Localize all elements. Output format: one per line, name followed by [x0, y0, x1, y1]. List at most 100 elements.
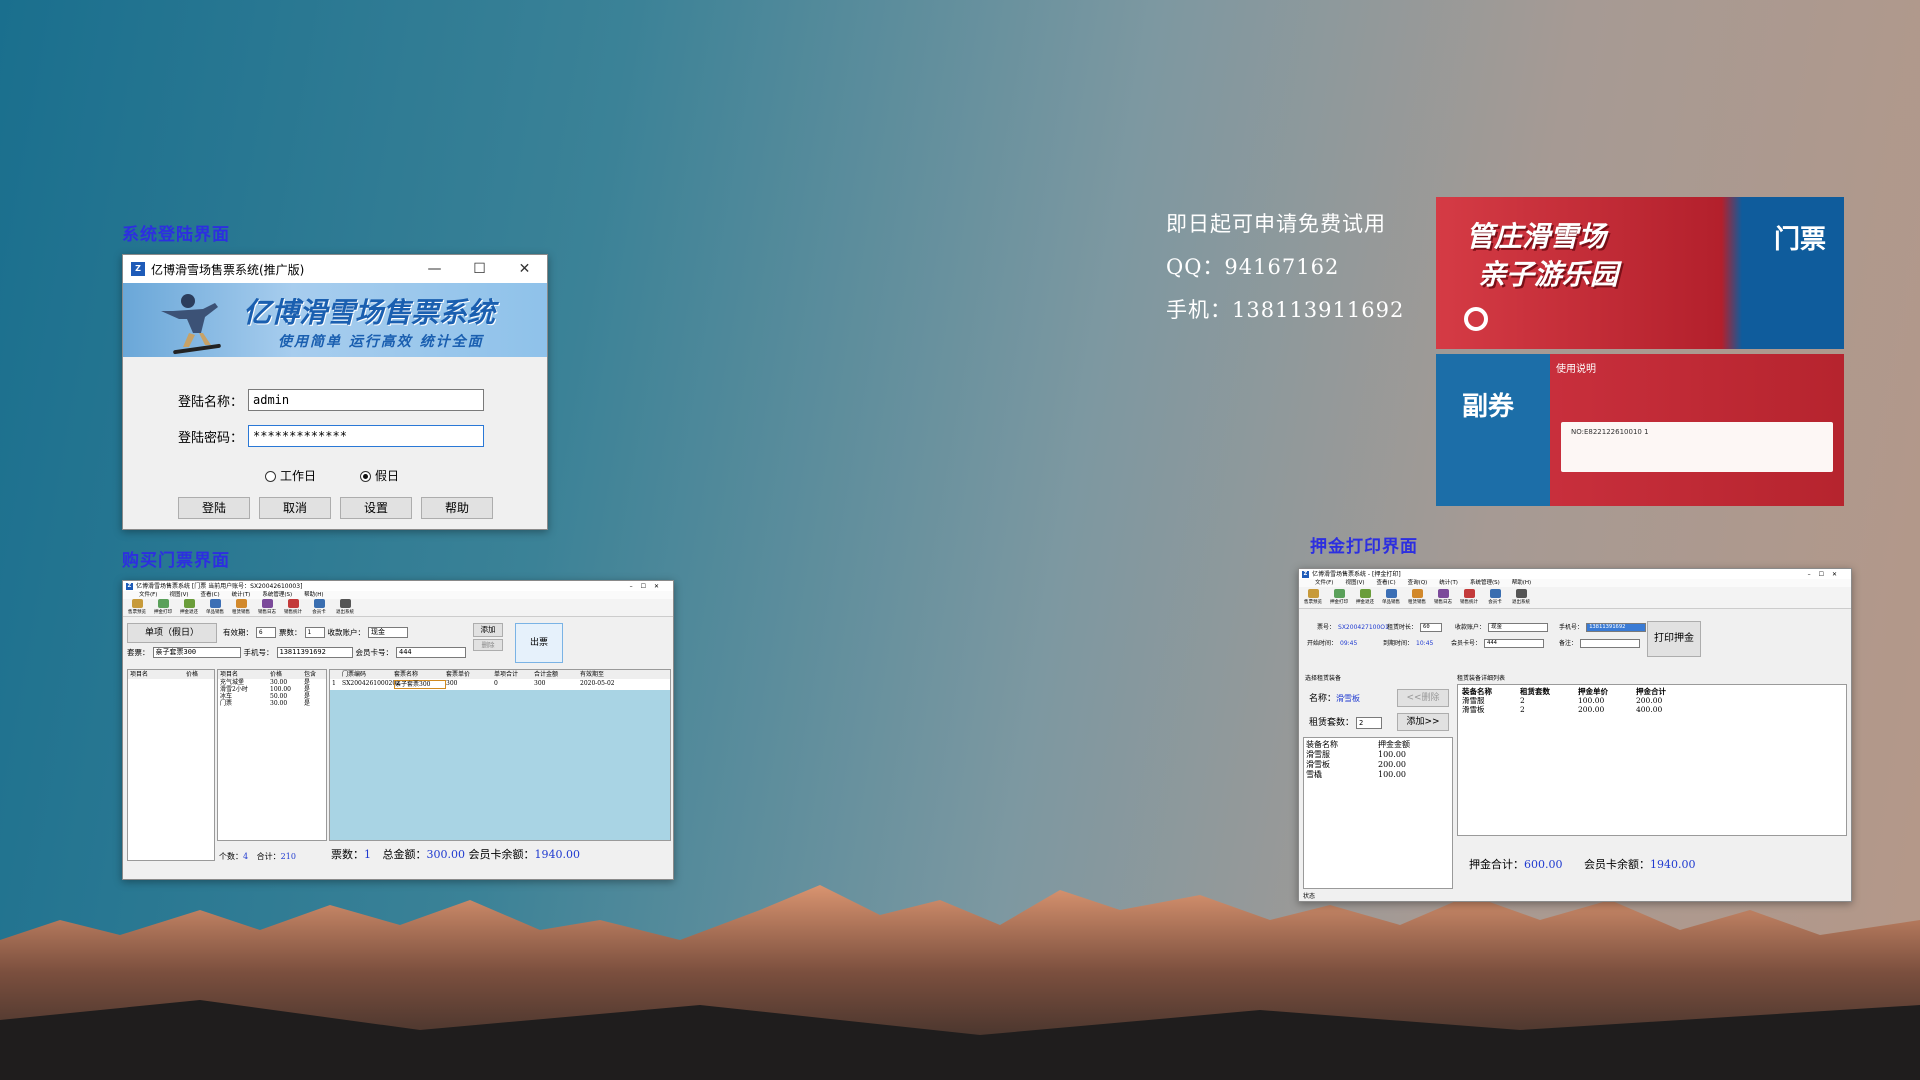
toolbar-button[interactable]: 单品销售 [1381, 589, 1401, 606]
settings-button[interactable]: 设置 [340, 497, 412, 519]
menu-item[interactable]: 视图(V) [1345, 580, 1364, 587]
duration-input[interactable]: 60 [1420, 623, 1443, 632]
col-header: 押金合计 [1636, 687, 1666, 696]
toolbar-button[interactable]: 会员卡 [1485, 589, 1505, 606]
card-input[interactable]: 444 [1484, 639, 1545, 648]
help-button[interactable]: 帮助 [421, 497, 493, 519]
password-input[interactable]: ************* [248, 425, 484, 447]
col-header: 装备名称 [1306, 740, 1338, 749]
ticket-mode-button[interactable]: 单项（假日） [127, 623, 217, 643]
list-item[interactable]: 冰车 50.00 是 [218, 693, 326, 700]
list-item[interactable]: 滑雪板 200.00 [1306, 760, 1450, 770]
toolbar-button[interactable]: 售票预览 [1303, 589, 1323, 606]
mid-count-label: 个数： [219, 852, 243, 861]
menu-item[interactable]: 系统管理(S) [262, 592, 292, 599]
tickets-label: 票数： [331, 848, 364, 861]
account-select[interactable]: 现金 [1488, 623, 1549, 632]
list-item[interactable]: 滑雪2小时 100.00 是 [218, 686, 326, 693]
qq-text: QQ：94167162 [1166, 255, 1340, 279]
print-deposit-button[interactable]: 打印押金 [1647, 621, 1701, 657]
mountain-range-background [0, 885, 1920, 1080]
menu-item[interactable]: 系统管理(S) [1470, 580, 1500, 587]
start-label: 开始时间： [1307, 640, 1338, 647]
toolbar-button[interactable]: 销售日志 [1433, 589, 1453, 606]
table-row[interactable]: 滑雪板 2 200.00 400.00 [1462, 705, 1842, 714]
toolbar-button[interactable]: 销售统计 [1459, 589, 1479, 606]
toolbar-icon [261, 599, 273, 608]
ticket-no-label: 票号： [1317, 624, 1336, 631]
issue-ticket-button[interactable]: 出票 [515, 623, 563, 663]
window-controls-icon[interactable]: –☐✕ [630, 583, 673, 590]
mid-count-value: 4 [243, 852, 249, 861]
valid-input[interactable]: 6 [256, 627, 276, 638]
remove-equipment-button[interactable]: <<删除 [1397, 689, 1449, 707]
count-input[interactable]: 1 [304, 627, 325, 638]
status-bar: 状态 [1303, 893, 1316, 900]
cell: 30.00 [270, 700, 288, 707]
toolbar-button[interactable]: 租赁销售 [1407, 589, 1427, 606]
menu-item[interactable]: 视图(V) [169, 592, 188, 599]
package-select[interactable]: 亲子套票300 [152, 647, 241, 658]
cell: 是 [304, 693, 311, 700]
radio-holiday[interactable]: 假日 [360, 467, 399, 484]
table-row[interactable]: 滑雪服 2 100.00 200.00 [1462, 696, 1842, 705]
toolbar-button[interactable]: 会员卡 [309, 599, 329, 616]
toolbar-button[interactable]: 退出系统 [335, 599, 355, 616]
toolbar-button[interactable]: 退出系统 [1511, 589, 1531, 606]
toolbar-button[interactable]: 售票预览 [127, 599, 147, 616]
menu-item[interactable]: 文件(F) [1315, 580, 1333, 587]
toolbar-button[interactable]: 销售统计 [283, 599, 303, 616]
app-icon: Z [131, 262, 145, 276]
cell: 滑雪板 [1462, 705, 1485, 714]
add-button[interactable]: 添加 [473, 623, 503, 637]
menu-item[interactable]: 查看(C) [1377, 580, 1396, 587]
qty-input[interactable]: 2 [1356, 717, 1383, 729]
list-item[interactable]: 滑雪服 100.00 [1306, 750, 1450, 760]
menu-item[interactable]: 统计(T) [1439, 580, 1458, 587]
add-equipment-button[interactable]: 添加>> [1397, 713, 1449, 731]
minimize-icon[interactable]: — [412, 255, 457, 283]
toolbar-label: 押金退还 [1356, 600, 1374, 605]
list-item[interactable]: 充气城堡 30.00 是 [218, 679, 326, 686]
toolbar-button[interactable]: 押金退还 [1355, 589, 1375, 606]
table-row[interactable]: 1 SX200426100020Z 亲子套票300 300 0 300 2020-05-02 [330, 679, 670, 690]
radio-workday-icon [265, 471, 276, 482]
menu-item[interactable]: 帮助(H) [1512, 580, 1531, 587]
login-button[interactable]: 登陆 [178, 497, 250, 519]
col-header: 押金单价 [1578, 687, 1608, 696]
menu-item[interactable]: 帮助(H) [304, 592, 323, 599]
list-item[interactable]: 雪橇 100.00 [1306, 770, 1450, 780]
username-input[interactable]: admin [248, 389, 484, 411]
mobile-input[interactable]: 13811391692 [276, 647, 353, 658]
menu-item[interactable]: 统计(T) [232, 592, 251, 599]
duration-label: 租赁时长： [1387, 624, 1418, 631]
delete-button[interactable]: 删除 [473, 639, 503, 651]
login-titlebar: Z 亿博滑雪场售票系统(推广版) — ☐ ✕ [123, 255, 547, 283]
toolbar-button[interactable]: 押金打印 [1329, 589, 1349, 606]
window-controls-icon[interactable]: –☐✕ [1808, 571, 1851, 578]
toolbar-button[interactable]: 押金退还 [179, 599, 199, 616]
radio-workday[interactable]: 工作日 [265, 467, 316, 484]
toolbar-button[interactable]: 押金打印 [153, 599, 173, 616]
toolbar-button[interactable]: 单品销售 [205, 599, 225, 616]
toolbar-label: 退出系统 [1512, 600, 1530, 605]
account-select[interactable]: 现金 [368, 627, 408, 638]
toolbar-button[interactable]: 租赁销售 [231, 599, 251, 616]
toolbar-button[interactable]: 销售日志 [257, 599, 277, 616]
toolbar-icon [209, 599, 221, 608]
toolbar-icon [313, 599, 325, 608]
card-input[interactable]: 444 [396, 647, 466, 658]
close-icon[interactable]: ✕ [502, 255, 547, 283]
note-input[interactable] [1580, 639, 1641, 648]
maximize-icon[interactable]: ☐ [457, 255, 502, 283]
ticket-window-title: 亿博滑雪场售票系统 [门票 当前用户账号：SX20042610003] [136, 582, 303, 590]
menu-item[interactable]: 文件(F) [139, 592, 157, 599]
cancel-button[interactable]: 取消 [259, 497, 331, 519]
menu-item[interactable]: 查询(Q) [1408, 580, 1428, 587]
menu-item[interactable]: 查看(C) [201, 592, 220, 599]
cell: 200.00 [1578, 705, 1605, 714]
deposit-balance-label: 会员卡余额： [1584, 858, 1650, 871]
mobile-input[interactable]: 13811391692 [1586, 623, 1647, 632]
list-item[interactable]: 门票 30.00 是 [218, 700, 326, 707]
cell: 滑雪2小时 [220, 686, 248, 693]
